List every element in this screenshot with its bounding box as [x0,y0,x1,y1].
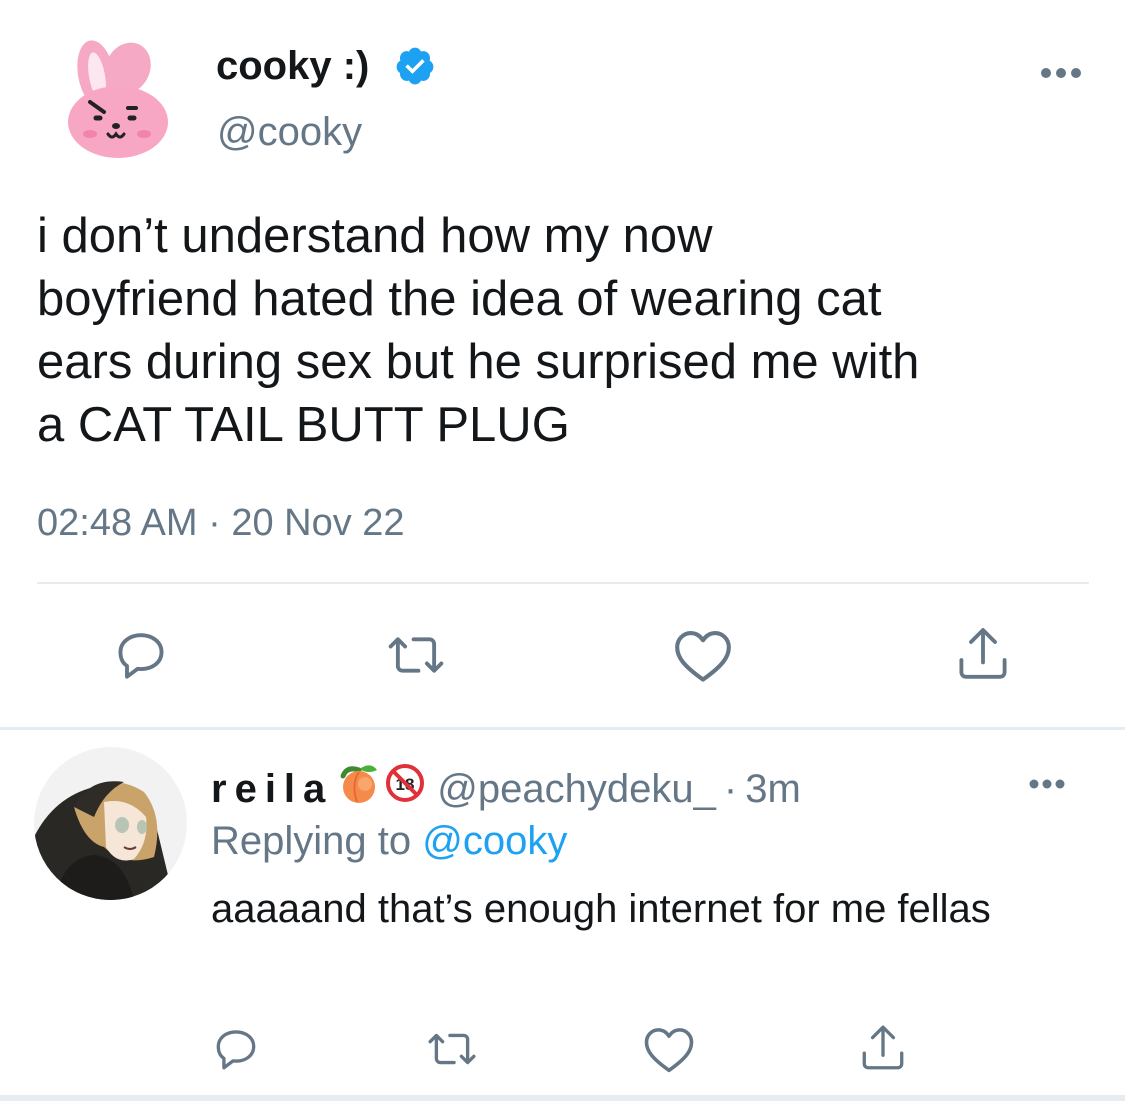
retweet-icon [428,1033,476,1065]
avatar[interactable] [34,747,187,900]
bunny-avatar-icon [68,40,168,158]
handle[interactable]: @cooky [217,106,362,158]
reply-text: aaaaand that’s enough internet for me fe… [211,887,991,931]
reply-time[interactable]: 3m [745,764,801,814]
share-button[interactable] [858,1022,908,1074]
retweet-button[interactable] [424,1024,480,1074]
display-name[interactable]: cooky :) [216,40,369,92]
verified-badge-icon [394,45,436,87]
speech-bubble-icon [118,633,164,679]
reply-button[interactable] [211,1024,261,1074]
speech-bubble-icon [216,1030,256,1070]
no-under-18-emoji-icon: 18 [385,763,425,815]
replying-to: Replying to @cooky [211,815,567,867]
share-icon [959,628,1007,679]
heart-icon [644,1028,694,1073]
reply-handle[interactable]: @peachydeku_ [437,764,716,814]
divider [0,727,1125,730]
meta-separator: · [208,502,221,544]
meta-separator: · [723,767,738,811]
retweet-button[interactable] [384,626,448,684]
share-icon [862,1025,904,1070]
retweet-icon [388,637,444,673]
mention-link[interactable]: @cooky [422,819,567,863]
more-dots-icon[interactable] [1027,771,1067,797]
divider [37,582,1089,584]
avatar[interactable] [66,38,176,160]
reply-display-name[interactable]: reila [211,764,333,814]
tweet-date: 20 Nov 22 [231,502,405,544]
divider [0,1095,1125,1101]
more-dots-icon[interactable] [1038,58,1084,88]
tweet-time: 02:48 AM [37,502,198,544]
reply-header: reila 18 @peachydeku_ · 3m [211,762,801,816]
anime-avatar-icon [34,747,187,900]
replying-label: Replying to [211,819,412,863]
tweet-timestamp[interactable]: 02:48 AM · 20 Nov 22 [37,498,405,548]
share-button[interactable] [954,624,1012,684]
like-button[interactable] [642,1024,696,1074]
reply-button[interactable] [112,626,170,684]
tweet-text: i don’t understand how my now boyfriend … [37,209,920,452]
like-button[interactable] [672,626,734,684]
heart-icon [675,630,731,682]
peach-emoji-icon [337,762,381,816]
